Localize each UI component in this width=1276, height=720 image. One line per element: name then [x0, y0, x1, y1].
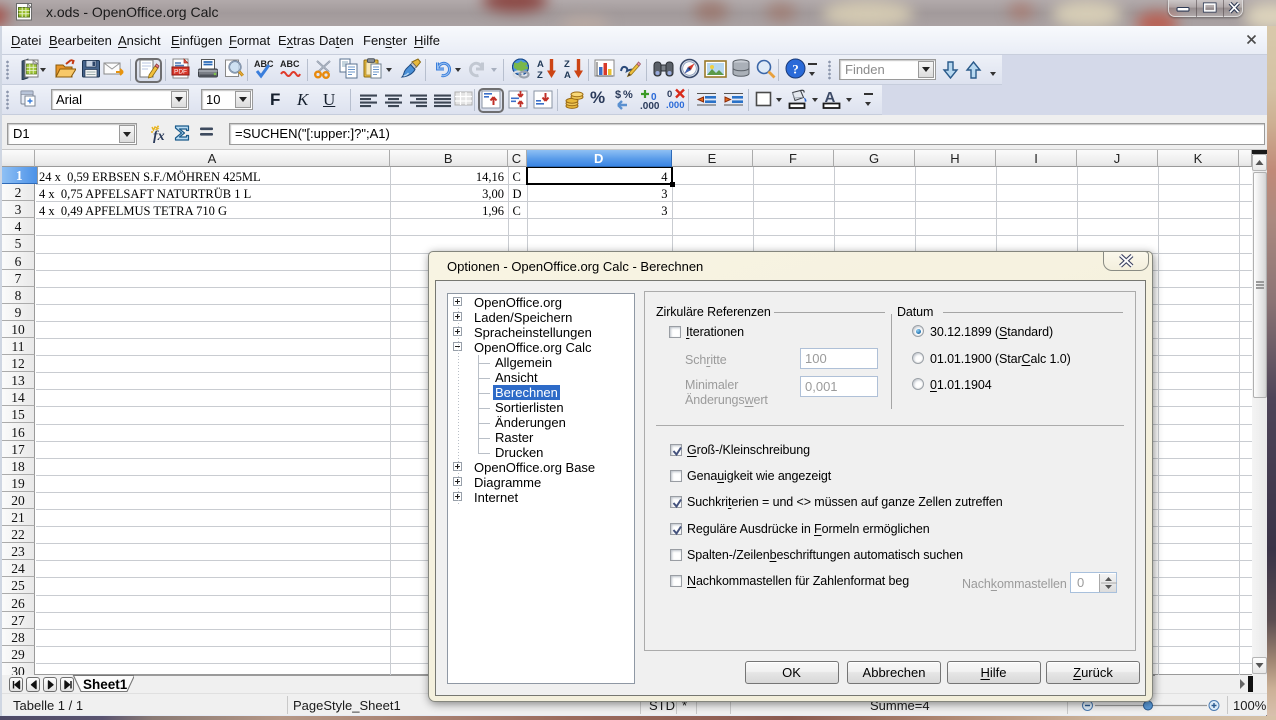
svg-text:0: 0: [667, 89, 672, 100]
svg-text:%: %: [623, 89, 633, 101]
svg-text:?: ?: [792, 62, 799, 77]
svg-text:ABC: ABC: [254, 59, 274, 69]
svg-text:A: A: [537, 59, 544, 70]
svg-text:fx: fx: [153, 129, 165, 144]
svg-text:$: $: [615, 89, 621, 101]
svg-text:.000: .000: [640, 101, 660, 112]
svg-text:.000: .000: [666, 100, 685, 111]
svg-text:Z: Z: [537, 70, 543, 81]
svg-text:A: A: [564, 70, 571, 81]
svg-text:ABC: ABC: [280, 59, 300, 69]
svg-text:PDF: PDF: [174, 69, 187, 76]
svg-text:Z: Z: [564, 59, 570, 70]
